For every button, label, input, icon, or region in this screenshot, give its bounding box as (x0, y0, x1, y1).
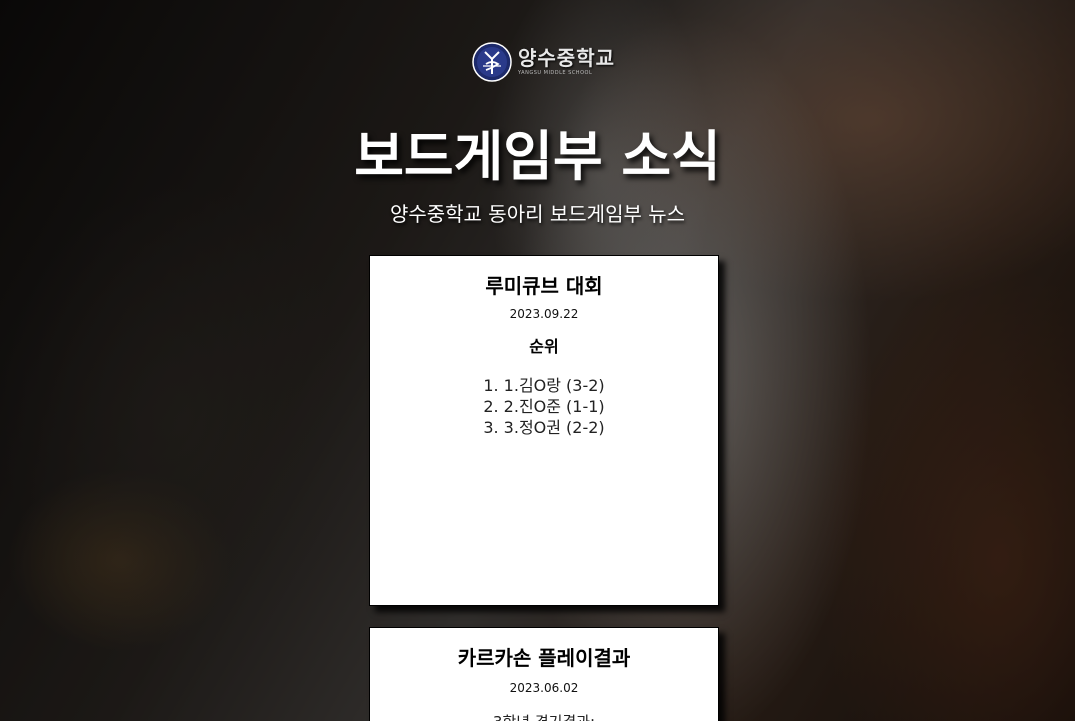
school-name: 양수중학교 (518, 46, 615, 70)
card-date: 2023.09.22 (509, 307, 579, 321)
rank-list: 1.김O랑 (3-2) 2.진O준 (1-1) 3.정O권 (2-2) (370, 375, 718, 438)
page-title: 보드게임부 소식 (354, 125, 721, 188)
news-card-carcassonne[interactable]: 카르카손 플레이결과 2023.06.02 3학년 경기결과: (369, 627, 719, 721)
rank-item: 2.진O준 (1-1) (370, 396, 718, 417)
page: 양수중학교 YANGSU MIDDLE SCHOOL 보드게임부 소식 양수중학… (0, 0, 1075, 721)
school-emblem-icon (472, 42, 512, 82)
school-logo[interactable]: 양수중학교 YANGSU MIDDLE SCHOOL (472, 42, 615, 82)
page-subtitle: 양수중학교 동아리 보드게임부 뉴스 (389, 202, 686, 226)
card-title: 카르카손 플레이결과 (457, 646, 631, 670)
rank-item: 3.정O권 (2-2) (370, 417, 718, 438)
news-card-rummikub[interactable]: 루미큐브 대회 2023.09.22 순위 1.김O랑 (3-2) 2.진O준 … (369, 255, 719, 606)
card-title: 루미큐브 대회 (485, 274, 603, 298)
card-subhead: 순위 (529, 337, 559, 356)
card-body-text: 3학년 경기결과: (370, 711, 718, 721)
school-name-english: YANGSU MIDDLE SCHOOL (518, 70, 593, 76)
rank-item: 1.김O랑 (3-2) (370, 375, 718, 396)
card-date: 2023.06.02 (509, 681, 579, 695)
